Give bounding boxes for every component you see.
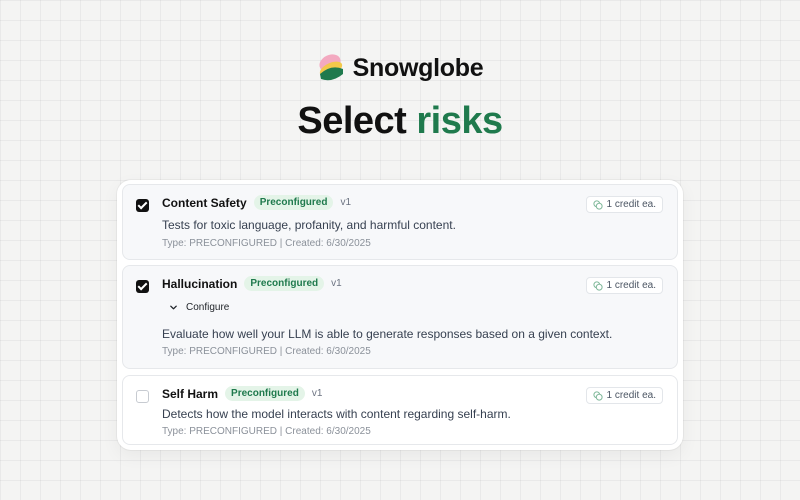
credit-label: 1 credit ea. [606, 280, 656, 291]
risk-title-row: Content Safety Preconfigured v1 [162, 195, 351, 210]
risk-meta: Type: PRECONFIGURED | Created: 6/30/2025 [162, 238, 371, 249]
version-label: v1 [331, 278, 342, 289]
coins-icon [592, 390, 603, 401]
risk-title-row: Self Harm Preconfigured v1 [162, 386, 322, 401]
credit-label: 1 credit ea. [606, 390, 656, 401]
version-label: v1 [340, 197, 352, 208]
credit-badge: 1 credit ea. [585, 387, 663, 404]
credit-label: 1 credit ea. [606, 199, 656, 210]
preconfigured-badge: Preconfigured [253, 195, 334, 210]
risk-card-content-safety[interactable]: Content Safety Preconfigured v1 1 credit… [122, 184, 678, 260]
preconfigured-badge: Preconfigured [225, 386, 305, 401]
page-title: Select risks [0, 100, 800, 143]
risk-title: Content Safety [162, 195, 247, 210]
snowglobe-logo-icon [319, 54, 343, 81]
version-label: v1 [311, 388, 323, 399]
brand-header: Snowglobe [0, 52, 800, 84]
risk-title-row: Hallucination Preconfigured v1 [162, 276, 342, 291]
risk-list-panel: Content Safety Preconfigured v1 1 credit… [117, 180, 683, 450]
coins-icon [592, 280, 603, 291]
risk-meta: Type: PRECONFIGURED | Created: 6/30/2025 [162, 426, 371, 437]
configure-label: Configure [186, 302, 230, 313]
risk-card-hallucination[interactable]: Hallucination Preconfigured v1 1 credit … [122, 265, 678, 369]
credit-badge: 1 credit ea. [585, 277, 663, 294]
risk-description: Evaluate how well your LLM is able to ge… [162, 327, 613, 341]
configure-toggle[interactable]: Configure [169, 302, 229, 313]
risk-card-self-harm[interactable]: Self Harm Preconfigured v1 1 credit ea. … [122, 375, 678, 445]
risk-title: Self Harm [162, 386, 219, 401]
risk-description: Detects how the model interacts with con… [162, 407, 511, 421]
preconfigured-badge: Preconfigured [244, 276, 325, 291]
credit-badge: 1 credit ea. [585, 196, 663, 213]
risk-title: Hallucination [162, 276, 238, 291]
chevron-down-icon [170, 305, 177, 310]
coins-icon [592, 199, 603, 210]
risk-checkbox-hallucination[interactable] [136, 280, 149, 293]
risk-meta: Type: PRECONFIGURED | Created: 6/30/2025 [162, 346, 371, 357]
risk-checkbox-self-harm[interactable] [136, 390, 149, 403]
brand-name: Snowglobe [352, 53, 484, 82]
page-title-prefix: Select [297, 100, 407, 142]
page-title-accent: risks [416, 100, 503, 142]
risk-checkbox-content-safety[interactable] [136, 199, 149, 212]
risk-description: Tests for toxic language, profanity, and… [162, 218, 456, 232]
